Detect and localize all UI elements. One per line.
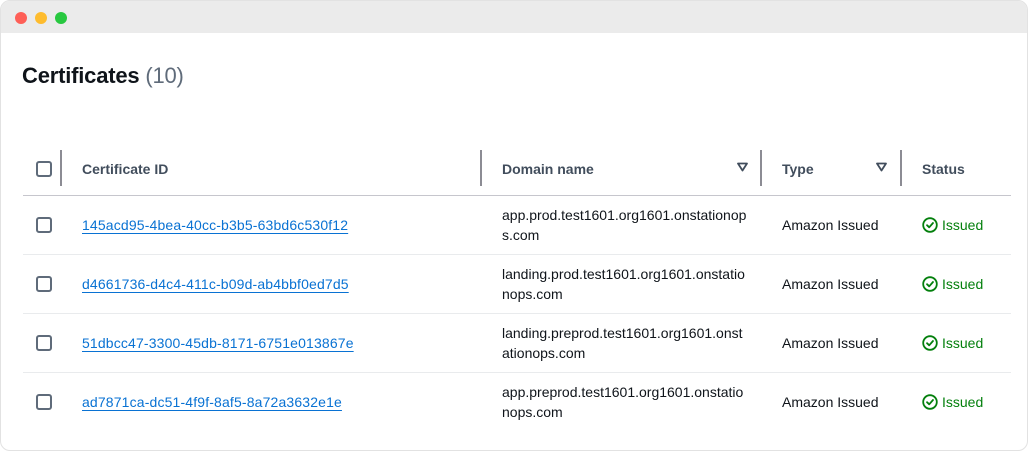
domain-name-text: app.prod.test1601.org1601.onstationops.c…	[502, 207, 747, 243]
certificate-id-cell: ad7871ca-dc51-4f9f-8af5-8a72a3632e1e	[82, 373, 342, 431]
check-circle-icon	[922, 394, 938, 410]
type-cell: Amazon Issued	[782, 373, 879, 431]
status-cell: Issued	[922, 373, 983, 431]
column-header-label: Type	[782, 160, 814, 177]
select-all-cell	[36, 142, 52, 195]
column-separator[interactable]	[760, 150, 762, 186]
type-cell: Amazon Issued	[782, 255, 879, 313]
row-checkbox[interactable]	[36, 276, 52, 292]
column-header-label: Status	[922, 160, 965, 177]
status-cell: Issued	[922, 255, 983, 313]
domain-name-cell: landing.preprod.test1601.org1601.onstati…	[502, 314, 750, 372]
type-text: Amazon Issued	[782, 394, 879, 410]
domain-name-text: landing.prod.test1601.org1601.onstationo…	[502, 266, 745, 302]
browser-window: Certificates (10) Certificate ID Domain …	[0, 0, 1028, 451]
type-text: Amazon Issued	[782, 335, 879, 351]
minimize-window-button[interactable]	[35, 12, 47, 24]
status-text: Issued	[942, 394, 984, 410]
page-title: Certificates (10)	[22, 63, 184, 89]
column-header-type[interactable]: Type	[782, 142, 814, 195]
certificate-id-link[interactable]: 145acd95-4bea-40cc-b3b5-63bd6c530f12	[82, 217, 348, 233]
certificate-count: (10)	[145, 63, 184, 88]
page-title-text: Certificates	[22, 63, 140, 88]
status-badge: Issued	[922, 335, 983, 351]
certificates-table: Certificate ID Domain name Type Status 1…	[23, 142, 1011, 431]
column-separator[interactable]	[900, 150, 902, 186]
status-cell: Issued	[922, 314, 983, 372]
table-header: Certificate ID Domain name Type Status	[23, 142, 1011, 196]
certificate-id-link[interactable]: ad7871ca-dc51-4f9f-8af5-8a72a3632e1e	[82, 394, 342, 410]
check-circle-icon	[922, 335, 938, 351]
row-select-cell	[36, 196, 52, 254]
row-checkbox[interactable]	[36, 394, 52, 410]
certificate-id-link[interactable]: 51dbcc47-3300-45db-8171-6751e013867e	[82, 335, 354, 351]
status-text: Issued	[942, 276, 984, 292]
column-separator[interactable]	[60, 150, 62, 186]
certificate-id-cell: d4661736-d4c4-411c-b09d-ab4bbf0ed7d5	[82, 255, 349, 313]
type-text: Amazon Issued	[782, 276, 879, 292]
certificate-id-link[interactable]: d4661736-d4c4-411c-b09d-ab4bbf0ed7d5	[82, 276, 349, 292]
table-row: 145acd95-4bea-40cc-b3b5-63bd6c530f12 app…	[23, 196, 1011, 255]
domain-name-cell: app.preprod.test1601.org1601.onstationop…	[502, 373, 750, 431]
column-header-domain-name[interactable]: Domain name	[502, 142, 594, 195]
domain-name-cell: app.prod.test1601.org1601.onstationops.c…	[502, 196, 750, 254]
check-circle-icon	[922, 276, 938, 292]
row-checkbox[interactable]	[36, 335, 52, 351]
domain-name-text: landing.preprod.test1601.org1601.onstati…	[502, 325, 743, 361]
certificate-id-cell: 145acd95-4bea-40cc-b3b5-63bd6c530f12	[82, 196, 348, 254]
type-cell: Amazon Issued	[782, 314, 879, 372]
certificate-id-cell: 51dbcc47-3300-45db-8171-6751e013867e	[82, 314, 354, 372]
status-badge: Issued	[922, 217, 983, 233]
select-all-checkbox[interactable]	[36, 160, 52, 177]
row-select-cell	[36, 314, 52, 372]
table-row: d4661736-d4c4-411c-b09d-ab4bbf0ed7d5 lan…	[23, 255, 1011, 314]
status-text: Issued	[942, 217, 984, 233]
status-badge: Issued	[922, 394, 983, 410]
status-cell: Issued	[922, 196, 983, 254]
status-badge: Issued	[922, 276, 983, 292]
window-titlebar	[1, 1, 1027, 33]
maximize-window-button[interactable]	[55, 12, 67, 24]
type-text: Amazon Issued	[782, 217, 879, 233]
row-select-cell	[36, 255, 52, 313]
column-header-label: Certificate ID	[82, 160, 169, 177]
domain-name-cell: landing.prod.test1601.org1601.onstationo…	[502, 255, 750, 313]
table-body: 145acd95-4bea-40cc-b3b5-63bd6c530f12 app…	[23, 196, 1011, 431]
column-separator[interactable]	[480, 150, 482, 186]
domain-name-text: app.preprod.test1601.org1601.onstationop…	[502, 384, 744, 420]
row-checkbox[interactable]	[36, 217, 52, 233]
check-circle-icon	[922, 217, 938, 233]
close-window-button[interactable]	[15, 12, 27, 24]
column-header-status[interactable]: Status	[922, 142, 965, 195]
status-text: Issued	[942, 335, 984, 351]
table-row: ad7871ca-dc51-4f9f-8af5-8a72a3632e1e app…	[23, 373, 1011, 431]
table-row: 51dbcc47-3300-45db-8171-6751e013867e lan…	[23, 314, 1011, 373]
column-header-certificate-id[interactable]: Certificate ID	[82, 142, 168, 195]
row-select-cell	[36, 373, 52, 431]
type-cell: Amazon Issued	[782, 196, 879, 254]
column-header-label: Domain name	[502, 160, 594, 177]
